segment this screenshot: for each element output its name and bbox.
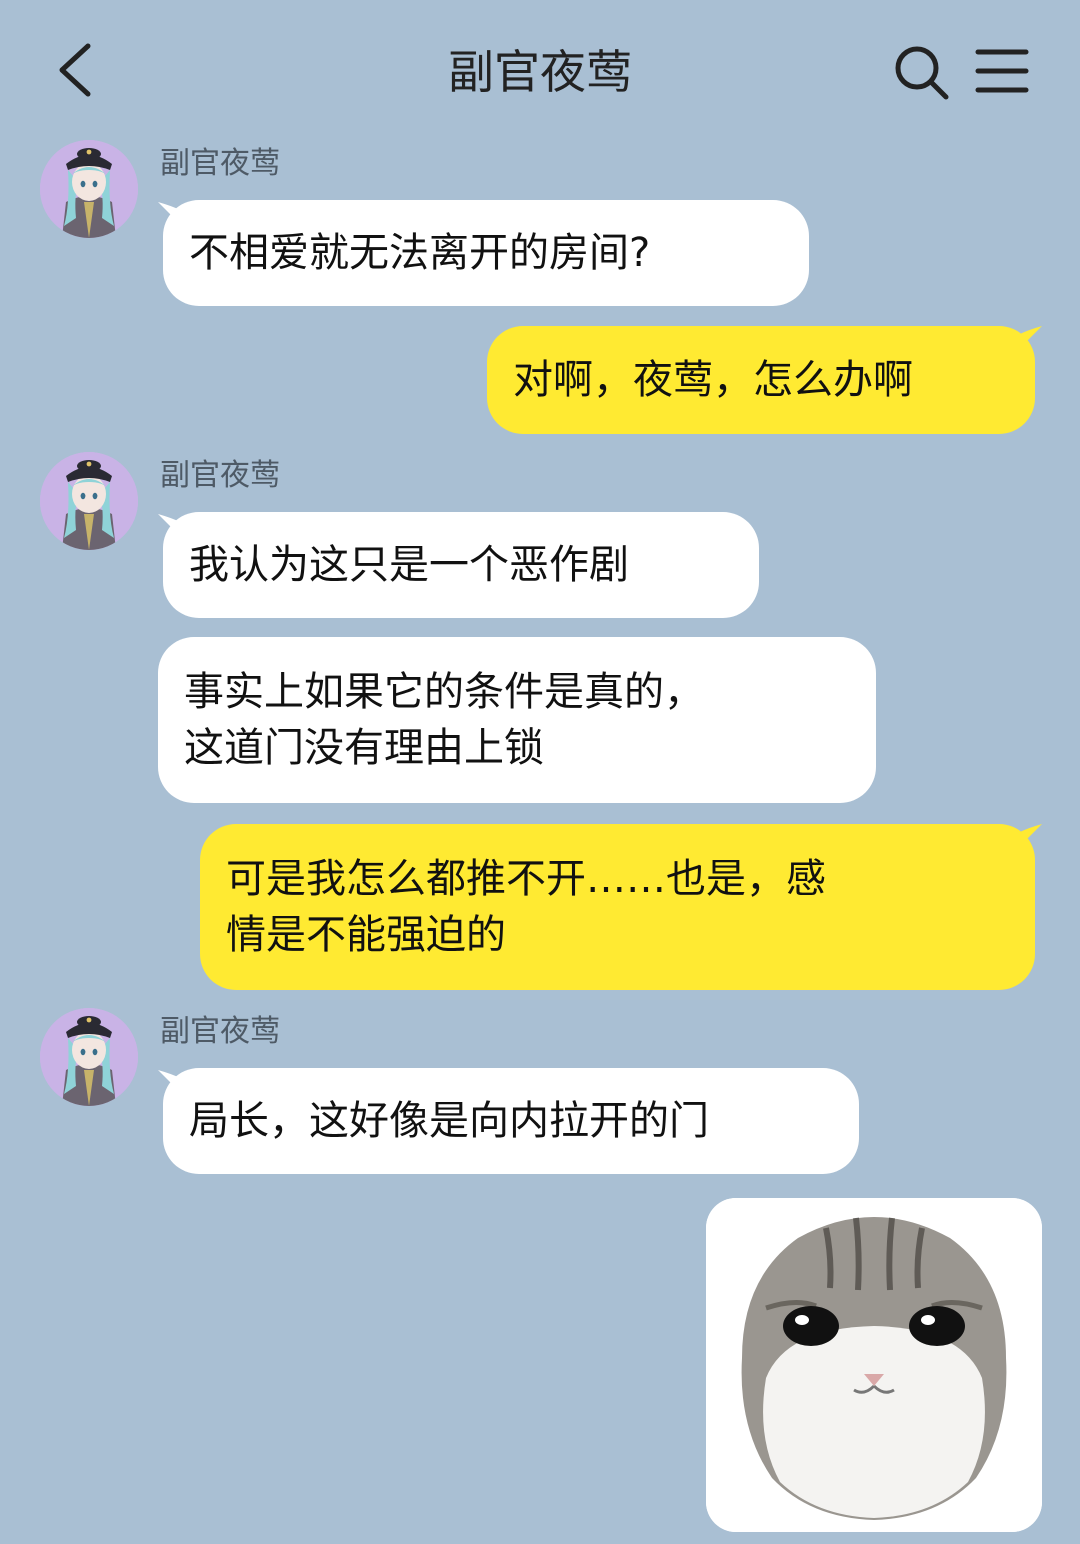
message-text: 对啊，夜莺，怎么办啊 [513,357,913,403]
message-text-line: 可是我怎么都推不开……也是，感 [226,856,826,902]
menu-icon [975,49,1029,93]
message-text-line: 这道门没有理由上锁 [184,725,544,771]
message-text-line: 事实上如果它的条件是真的， [184,669,704,715]
avatar[interactable] [40,1008,138,1106]
message-bubble[interactable]: 对啊，夜莺，怎么办啊 [487,326,1035,434]
character-avatar-icon [40,452,138,550]
message-text: 我认为这只是一个恶作剧 [189,542,629,588]
sender-name: 副官夜莺 [160,458,280,493]
search-button[interactable] [893,44,951,102]
character-avatar-icon [40,1008,138,1106]
crying-cat-sticker-icon [706,1198,1042,1532]
message-text: 局长，这好像是向内拉开的门 [189,1098,709,1144]
avatar[interactable] [40,140,138,238]
chat-header: 副官夜莺 [0,0,1080,140]
sender-name: 副官夜莺 [160,1014,280,1049]
message-text: 不相爱就无法离开的房间? [189,230,651,276]
message-bubble[interactable]: 我认为这只是一个恶作剧 [163,512,759,618]
message-bubble[interactable]: 事实上如果它的条件是真的， 这道门没有理由上锁 [158,637,876,803]
search-icon [895,46,949,100]
sender-name: 副官夜莺 [160,146,280,181]
message-bubble[interactable]: 局长，这好像是向内拉开的门 [163,1068,859,1174]
menu-button[interactable] [975,46,1029,96]
message-bubble[interactable]: 不相爱就无法离开的房间? [163,200,809,306]
avatar[interactable] [40,452,138,550]
message-bubble[interactable]: 可是我怎么都推不开……也是，感 情是不能强迫的 [200,824,1035,990]
message-text-line: 情是不能强迫的 [226,912,506,958]
sticker-message[interactable] [706,1198,1042,1532]
character-avatar-icon [40,140,138,238]
